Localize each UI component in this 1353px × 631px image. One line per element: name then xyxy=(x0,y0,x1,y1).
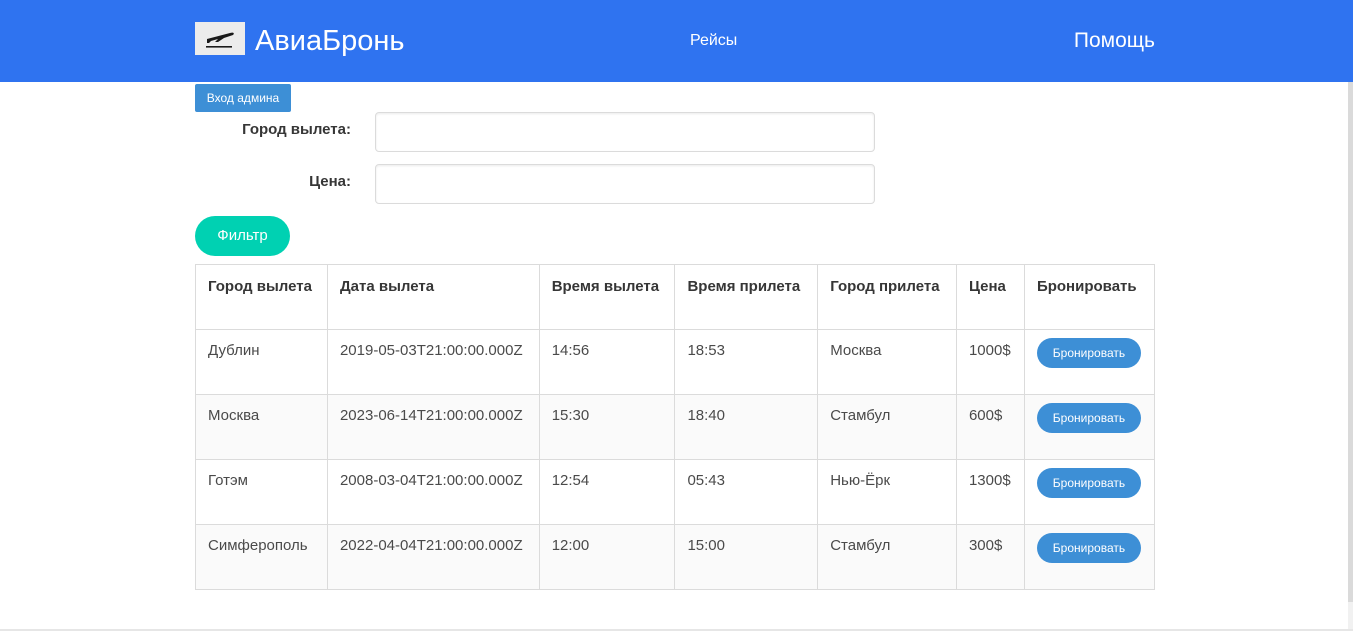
column-header-arrival-time: Время прилета xyxy=(674,264,819,330)
table-header-row: Город вылета Дата вылета Время вылета Вр… xyxy=(195,264,1156,330)
cell-price: 1300$ xyxy=(955,459,1025,525)
column-header-departure-city: Город вылета xyxy=(195,264,328,330)
cell-departure-date: 2019-05-03T21:00:00.000Z xyxy=(326,329,540,395)
table-row: Москва 2023-06-14T21:00:00.000Z 15:30 18… xyxy=(195,394,1156,460)
cell-departure-time: 15:30 xyxy=(538,394,676,460)
table-row: Готэм 2008-03-04T21:00:00.000Z 12:54 05:… xyxy=(195,459,1156,525)
cell-price: 300$ xyxy=(955,524,1025,590)
cell-arrival-time: 18:40 xyxy=(674,394,819,460)
cell-arrival-city: Стамбул xyxy=(817,394,957,460)
cell-arrival-city: Нью-Ёрк xyxy=(817,459,957,525)
column-header-departure-date: Дата вылета xyxy=(326,264,540,330)
column-header-price: Цена xyxy=(955,264,1025,330)
book-button[interactable]: Бронировать xyxy=(1036,338,1141,368)
cell-departure-city: Дублин xyxy=(195,329,328,395)
brand-title[interactable]: АвиаБронь xyxy=(255,22,405,60)
table-row: Дублин 2019-05-03T21:00:00.000Z 14:56 18… xyxy=(195,329,1156,395)
cell-departure-date: 2022-04-04T21:00:00.000Z xyxy=(326,524,540,590)
book-button[interactable]: Бронировать xyxy=(1036,468,1141,498)
cell-book: Бронировать xyxy=(1023,459,1156,525)
cell-arrival-city: Стамбул xyxy=(817,524,957,590)
cell-book: Бронировать xyxy=(1023,329,1156,395)
column-header-arrival-city: Город прилета xyxy=(817,264,957,330)
departure-city-input[interactable] xyxy=(375,112,875,152)
cell-arrival-time: 15:00 xyxy=(674,524,819,590)
column-header-departure-time: Время вылета xyxy=(538,264,676,330)
nav-flights-link[interactable]: Рейсы xyxy=(690,30,737,52)
nav-help-link[interactable]: Помощь xyxy=(1074,27,1155,55)
cell-departure-date: 2008-03-04T21:00:00.000Z xyxy=(326,459,540,525)
navbar: АвиаБронь Рейсы Помощь xyxy=(0,0,1353,82)
scrollbar-thumb[interactable] xyxy=(1348,82,1353,602)
book-button[interactable]: Бронировать xyxy=(1036,533,1141,563)
filter-button[interactable]: Фильтр xyxy=(195,216,290,256)
cell-departure-time: 12:00 xyxy=(538,524,676,590)
table-row: Симферополь 2022-04-04T21:00:00.000Z 12:… xyxy=(195,524,1156,590)
cell-departure-city: Симферополь xyxy=(195,524,328,590)
column-header-book: Бронировать xyxy=(1023,264,1156,330)
price-label: Цена: xyxy=(309,173,351,190)
cell-departure-time: 12:54 xyxy=(538,459,676,525)
cell-arrival-time: 05:43 xyxy=(674,459,819,525)
departure-city-label: Город вылета: xyxy=(242,121,351,138)
cell-book: Бронировать xyxy=(1023,524,1156,590)
cell-arrival-time: 18:53 xyxy=(674,329,819,395)
cell-price: 600$ xyxy=(955,394,1025,460)
page-scrollbar[interactable] xyxy=(1348,82,1353,631)
cell-arrival-city: Москва xyxy=(817,329,957,395)
cell-book: Бронировать xyxy=(1023,394,1156,460)
logo[interactable] xyxy=(195,22,245,55)
cell-departure-city: Москва xyxy=(195,394,328,460)
book-button[interactable]: Бронировать xyxy=(1036,403,1141,433)
airplane-icon xyxy=(206,32,234,48)
flights-table: Город вылета Дата вылета Время вылета Вр… xyxy=(195,264,1156,590)
cell-departure-date: 2023-06-14T21:00:00.000Z xyxy=(326,394,540,460)
cell-departure-city: Готэм xyxy=(195,459,328,525)
cell-departure-time: 14:56 xyxy=(538,329,676,395)
admin-login-button[interactable]: Вход админа xyxy=(195,84,291,112)
price-input[interactable] xyxy=(375,164,875,204)
cell-price: 1000$ xyxy=(955,329,1025,395)
